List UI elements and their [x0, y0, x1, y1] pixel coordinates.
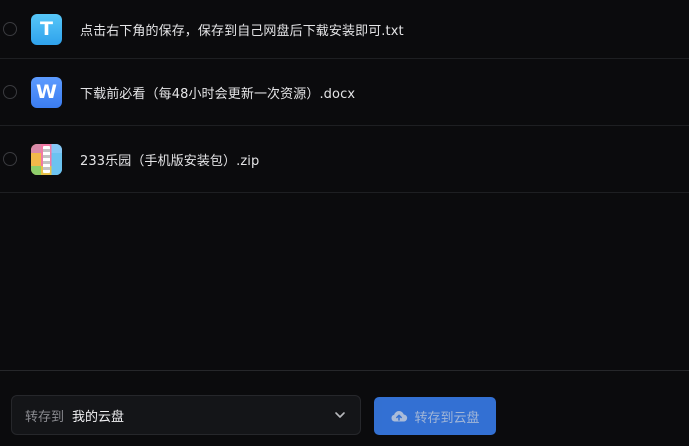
file-row[interactable]: 233乐园（手机版安装包）.zip	[0, 126, 689, 193]
destination-select[interactable]: 转存到 我的云盘	[11, 395, 361, 435]
file-name: 点击右下角的保存，保存到自己网盘后下载安装即可.txt	[80, 23, 404, 39]
zipper-icon	[43, 145, 50, 173]
file-row[interactable]: W 下载前必看（每48小时会更新一次资源）.docx	[0, 59, 689, 126]
cloud-upload-icon	[391, 411, 408, 422]
txt-file-icon: T	[31, 13, 62, 45]
destination-value: 我的云盘	[72, 409, 125, 425]
select-radio[interactable]	[3, 22, 17, 36]
zip-file-icon	[31, 143, 62, 175]
destination-label: 转存到	[25, 409, 65, 425]
file-name: 233乐园（手机版安装包）.zip	[80, 153, 260, 169]
file-list: T 点击右下角的保存，保存到自己网盘后下载安装即可.txt W 下载前必看（每4…	[0, 0, 689, 193]
chevron-down-icon[interactable]	[334, 409, 346, 421]
save-to-cloud-button[interactable]: 转存到云盘	[374, 397, 496, 435]
save-button-label: 转存到云盘	[414, 410, 480, 426]
file-name: 下载前必看（每48小时会更新一次资源）.docx	[80, 86, 356, 102]
file-row[interactable]: T 点击右下角的保存，保存到自己网盘后下载安装即可.txt	[0, 0, 689, 59]
footer-bar: 转存到 我的云盘 转存到云盘	[0, 370, 689, 446]
select-radio[interactable]	[3, 152, 17, 166]
select-radio[interactable]	[3, 85, 17, 99]
word-file-icon: W	[31, 76, 62, 108]
